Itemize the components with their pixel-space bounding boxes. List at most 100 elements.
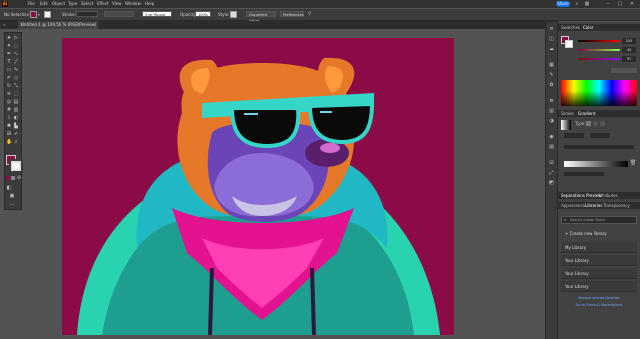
hand-tool-icon[interactable]: ✋ [6, 139, 12, 145]
menu-object[interactable]: Object [52, 1, 65, 7]
opacity-field[interactable]: 100% [195, 11, 211, 17]
selection-tool-icon[interactable]: ➤ [6, 35, 12, 41]
magic-wand-icon[interactable]: ✦ [6, 43, 12, 49]
hex-field[interactable] [611, 68, 637, 73]
lasso-icon[interactable]: ◌ [13, 43, 19, 49]
browse-shared-link[interactable]: Browse shared libraries [561, 296, 637, 301]
aspect-field[interactable] [564, 145, 634, 149]
symbols-icon[interactable]: ✿ [548, 82, 555, 89]
color-stroke-indicator[interactable] [565, 40, 573, 48]
menu-select[interactable]: Select [81, 1, 93, 7]
stroke-gradient-field[interactable] [564, 133, 584, 138]
document-setup-button[interactable]: Document Setup [246, 11, 276, 23]
slice-tool-icon[interactable]: ⌿ [13, 131, 19, 137]
graphic-style-swatch[interactable] [230, 11, 237, 18]
tab-close-icon[interactable]: × [20, 22, 24, 28]
chevron-down-icon[interactable]: ▾ [38, 12, 42, 17]
document-tab[interactable]: Untitled-1 @ 104.56 % (RGB/Preview) [18, 21, 98, 29]
stroke-swatch[interactable] [44, 11, 51, 18]
menu-help[interactable]: Help [145, 1, 154, 7]
tab-transparency[interactable]: Transparency [603, 203, 630, 209]
artboard[interactable] [62, 38, 454, 335]
curvature-tool-icon[interactable]: ∿ [13, 51, 19, 57]
library-item[interactable]: Your Library [561, 268, 637, 279]
search-icon[interactable]: ⌕ [574, 1, 580, 7]
linear-gradient-button[interactable] [586, 121, 591, 126]
tab-libraries[interactable]: Libraries [585, 203, 602, 209]
workspace-icon[interactable]: ▦ [584, 1, 590, 7]
collapse-icon[interactable]: « [3, 22, 13, 28]
eraser-icon[interactable]: ◇ [13, 75, 19, 81]
transparency-icon[interactable]: ◑ [548, 118, 555, 125]
radial-gradient-button[interactable] [593, 121, 598, 126]
stroke-weight-field[interactable] [76, 11, 98, 17]
tab-color[interactable]: Color [583, 25, 593, 31]
blue-slider[interactable] [578, 58, 620, 60]
menu-edit[interactable]: Edit [40, 1, 48, 7]
stock-marketplace-link[interactable]: Go to Stock & Marketplace [561, 303, 637, 308]
eyedropper-icon[interactable]: ⌇ [6, 115, 12, 121]
paintbrush-icon[interactable]: ✎ [13, 67, 19, 73]
arrange-icon[interactable]: ⚲ [308, 11, 314, 17]
tab-attributes[interactable]: Attributes [598, 193, 618, 199]
color-spectrum[interactable] [561, 80, 637, 106]
align-icon[interactable]: ⊟ [548, 160, 555, 167]
tab-appearance[interactable]: Appearance [561, 203, 585, 209]
gradient-icon[interactable]: ▥ [548, 108, 555, 115]
library-search-field[interactable]: ⌕ Search Adobe Stock [561, 216, 637, 224]
stroke-color-box[interactable] [9, 159, 23, 173]
opacity-stop-field[interactable] [564, 172, 604, 176]
share-button[interactable]: Share [556, 1, 570, 7]
brush-definition-field[interactable]: 5 pt. Round [142, 11, 172, 17]
minimize-icon[interactable]: – [605, 1, 611, 7]
create-library-button[interactable]: + Create new library [561, 229, 637, 239]
red-value-field[interactable]: 255 [622, 38, 636, 44]
tab-separations-preview[interactable]: Separations Preview [561, 193, 602, 199]
more-tools-icon[interactable]: … [9, 201, 15, 207]
shaper-tool-icon[interactable]: ✐ [6, 75, 12, 81]
angle-field[interactable] [590, 133, 610, 138]
screen-mode-icon[interactable]: ▣ [9, 193, 15, 199]
perspective-grid-icon[interactable]: ▤ [13, 99, 19, 105]
draw-mode-icon[interactable]: ◧ [6, 185, 12, 191]
stroke-icon[interactable]: ≣ [548, 98, 555, 105]
fill-swatch[interactable] [30, 11, 37, 18]
maximize-icon[interactable]: □ [617, 1, 623, 7]
rotate-tool-icon[interactable]: ↻ [6, 83, 12, 89]
tab-stroke[interactable]: Stroke [561, 111, 574, 117]
green-value-field[interactable]: 43 [622, 47, 636, 53]
close-icon[interactable]: ✕ [629, 1, 635, 7]
artboard-tool-icon[interactable]: ⊞ [6, 131, 12, 137]
free-transform-icon[interactable]: ⬚ [13, 91, 19, 97]
rectangle-tool-icon[interactable]: ▭ [6, 67, 12, 73]
graphic-styles-icon[interactable]: ▧ [548, 144, 555, 151]
symbol-sprayer-icon[interactable]: ✺ [6, 123, 12, 129]
variable-width-field[interactable] [104, 11, 134, 17]
line-tool-icon[interactable]: ╱ [13, 59, 19, 65]
scale-tool-icon[interactable]: ⤡ [13, 83, 19, 89]
width-tool-icon[interactable]: ≋ [6, 91, 12, 97]
layers-icon[interactable]: ◫ [548, 36, 555, 43]
appearance-icon[interactable]: ◉ [548, 134, 555, 141]
zoom-tool-icon[interactable]: ⌕ [13, 139, 19, 145]
menu-window[interactable]: Window [125, 1, 141, 7]
transform-icon[interactable]: ⤢ [548, 170, 555, 177]
brushes-icon[interactable]: ✎ [548, 72, 555, 79]
library-item[interactable]: Your Library [561, 255, 637, 266]
tab-gradient[interactable]: Gradient [578, 111, 595, 117]
mesh-tool-icon[interactable]: # [6, 107, 12, 113]
menu-view[interactable]: View [112, 1, 122, 7]
blue-value-field[interactable]: 97 [622, 56, 636, 62]
tab-swatches[interactable]: Swatches [561, 25, 580, 31]
library-item[interactable]: Your Library [561, 281, 637, 292]
green-slider[interactable] [578, 49, 620, 51]
libraries-icon[interactable]: ☁ [548, 46, 555, 53]
menu-effect[interactable]: Effect [97, 1, 109, 7]
gradient-mode-swatch[interactable] [11, 176, 15, 180]
swatches-icon[interactable]: ▦ [548, 62, 555, 69]
pen-tool-icon[interactable]: ✒ [6, 51, 12, 57]
red-slider[interactable] [578, 40, 620, 42]
type-tool-icon[interactable]: T [6, 59, 12, 65]
library-item[interactable]: My Library [561, 242, 637, 253]
properties-icon[interactable]: ≡ [548, 26, 555, 33]
